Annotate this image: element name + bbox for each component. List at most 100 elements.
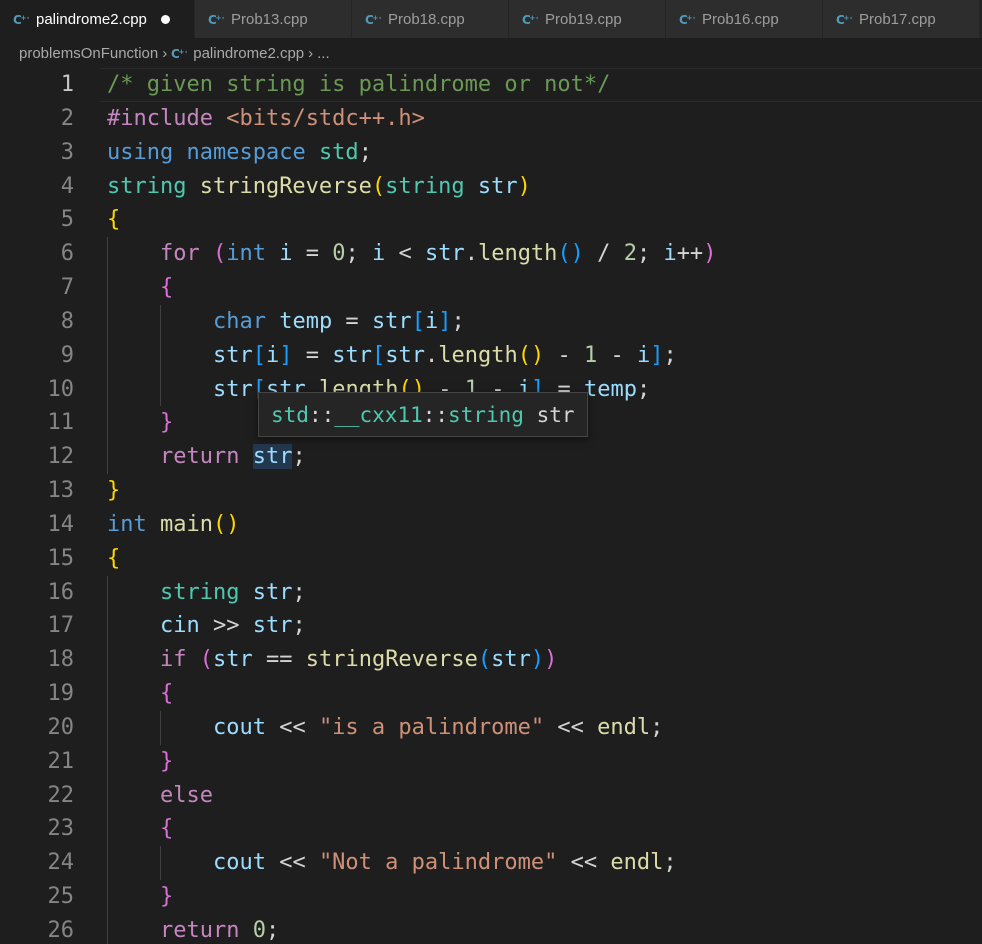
- tab-palindrome2-cpp[interactable]: C++ palindrome2.cpp: [0, 0, 195, 38]
- code-line[interactable]: 26 return 0;: [0, 914, 982, 944]
- code-token: int: [107, 511, 160, 537]
- tab-prob19-cpp[interactable]: C++ Prob19.cpp: [509, 0, 666, 38]
- code-token: ;: [451, 308, 465, 334]
- code-token: str: [491, 647, 531, 673]
- svg-text:++: ++: [21, 14, 30, 22]
- code-token: char: [212, 308, 280, 334]
- code-line[interactable]: 3 using namespace std;: [0, 136, 982, 170]
- code-token: ]: [650, 342, 664, 368]
- code-line[interactable]: 15 {: [0, 542, 982, 576]
- code-line[interactable]: 2 #include <bits/stdc++.h>: [0, 102, 982, 136]
- code-token: return: [159, 444, 253, 470]
- tab-prob17-cpp[interactable]: C++ Prob17.cpp: [823, 0, 980, 38]
- code-token: cin: [159, 613, 200, 639]
- cpp-file-icon: C ++: [171, 47, 187, 61]
- line-number: 18: [47, 647, 75, 673]
- code-line[interactable]: 25 }: [0, 880, 982, 914]
- code-editor[interactable]: 1 /* given string is palindrome or not*/ 2…: [0, 68, 982, 944]
- code-text: cin >> str;: [107, 609, 306, 643]
- code-token: stringReverse: [199, 173, 372, 199]
- code-line[interactable]: 7 {: [0, 271, 982, 305]
- code-line[interactable]: 12 return str;: [0, 440, 982, 475]
- code-line[interactable]: 20 cout << "is a palindrome" << endl;: [0, 710, 982, 745]
- code-text: str[i] = str[str.length() - 1 - i];: [107, 339, 677, 373]
- line-number: 13: [47, 478, 75, 504]
- code-line[interactable]: 22 else: [0, 778, 982, 813]
- code-token: str: [252, 579, 293, 605]
- code-token: ;: [636, 376, 651, 402]
- unsaved-dot-icon[interactable]: [160, 14, 170, 24]
- code-text: else: [107, 779, 213, 813]
- hover-token: string: [448, 402, 524, 427]
- line-number: 2: [60, 105, 74, 131]
- code-line[interactable]: 19 {: [0, 677, 982, 711]
- code-line[interactable]: 5{: [0, 203, 982, 237]
- tab-prob13-cpp[interactable]: C++ Prob13.cpp: [195, 0, 352, 38]
- code-text: /* given string is palindrome or not*/: [107, 68, 610, 102]
- code-line[interactable]: 24 cout << "Not a palindrome" << endl;: [0, 846, 982, 881]
- code-token: -: [597, 342, 637, 368]
- cpp-file-icon: C++: [208, 13, 224, 27]
- code-token: 0: [252, 918, 266, 943]
- code-token: str: [477, 173, 518, 199]
- breadcrumb-folder[interactable]: problemsOnFunction: [19, 45, 158, 62]
- code-token: ;: [265, 918, 280, 943]
- line-number: 4: [60, 173, 74, 199]
- code-token: using: [107, 139, 187, 165]
- hover-token: [524, 403, 537, 427]
- line-number: 15: [47, 545, 75, 571]
- code-token: (): [212, 511, 240, 537]
- code-token: [: [411, 308, 425, 334]
- hover-tooltip: std:: __cxx11:: string str: [258, 392, 588, 437]
- svg-text:++: ++: [687, 14, 696, 22]
- tab-label: Prob17.cpp: [859, 10, 936, 28]
- code-line[interactable]: 16 string str;: [0, 575, 982, 610]
- code-token: }: [159, 410, 174, 436]
- code-line[interactable]: 23 {: [0, 812, 982, 847]
- hover-token: ::: [308, 402, 335, 427]
- breadcrumb-symbol[interactable]: ...: [317, 45, 330, 62]
- code-line[interactable]: 4 string stringReverse(string str): [0, 170, 982, 204]
- tab-label: Prob16.cpp: [702, 10, 779, 28]
- code-line[interactable]: 13}: [0, 474, 982, 508]
- code-text: {: [107, 542, 120, 576]
- code-token: {: [159, 816, 174, 842]
- code-token: ;: [650, 714, 664, 740]
- line-number: 7: [60, 275, 74, 301]
- tab-prob16-cpp[interactable]: C++ Prob16.cpp: [666, 0, 823, 38]
- code-line[interactable]: 1 /* given string is palindrome or not*/: [0, 68, 982, 102]
- code-token: if: [159, 647, 200, 673]
- code-line[interactable]: 17 cin >> str;: [0, 609, 982, 644]
- code-token: i: [371, 241, 386, 267]
- line-number: 9: [60, 342, 74, 368]
- code-text: string str;: [107, 576, 306, 610]
- code-text: string stringReverse(string str): [107, 170, 531, 204]
- code-line[interactable]: 8 char temp = str[i];: [0, 304, 982, 339]
- code-line[interactable]: 18 if (str == stringReverse(str)): [0, 643, 982, 678]
- code-token: ): [530, 647, 545, 673]
- tab-prob18-cpp[interactable]: C++ Prob18.cpp: [352, 0, 509, 38]
- code-line[interactable]: 21 }: [0, 744, 982, 779]
- code-token: (: [212, 241, 227, 267]
- code-text: return 0;: [107, 914, 279, 944]
- line-number: 24: [47, 850, 75, 876]
- breadcrumb-file[interactable]: palindrome2.cpp: [193, 45, 304, 62]
- code-token: "Not a palindrome": [318, 850, 558, 876]
- code-line[interactable]: 9 str[i] = str[str.length() - 1 - i];: [0, 338, 982, 373]
- code-token: length: [477, 241, 558, 267]
- hover-token: str: [536, 402, 575, 427]
- code-token: str: [212, 647, 253, 673]
- code-line[interactable]: 14 int main(): [0, 508, 982, 542]
- code-token: ;: [663, 342, 677, 368]
- code-token: else: [159, 782, 213, 808]
- code-token: temp: [279, 308, 333, 334]
- code-text: {: [107, 203, 120, 237]
- code-line[interactable]: 6 for (int i = 0; i < str.length() / 2; …: [0, 237, 982, 272]
- code-text: {: [107, 677, 173, 711]
